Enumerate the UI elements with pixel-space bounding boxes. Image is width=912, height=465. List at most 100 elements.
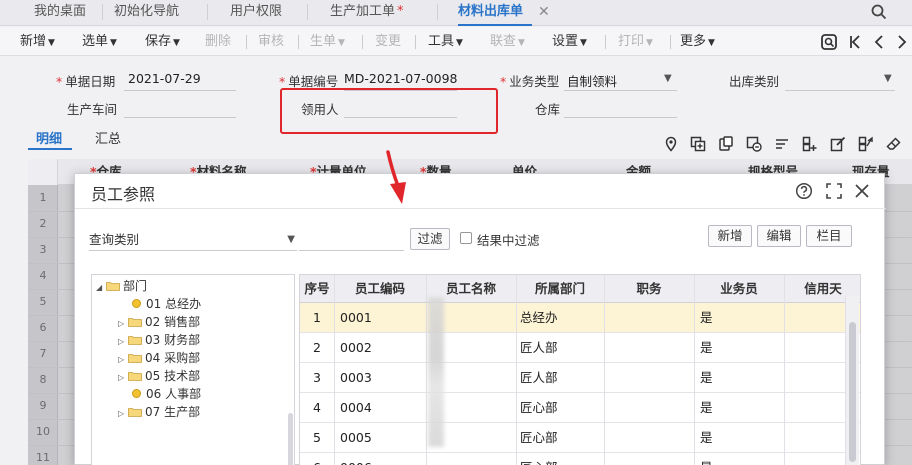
locate-icon[interactable] — [820, 33, 838, 51]
chevron-down-icon[interactable]: ▼ — [664, 73, 672, 84]
add-employee-button[interactable]: 新增 — [708, 225, 752, 247]
tab-my-desktop[interactable]: 我的桌面 — [34, 0, 86, 26]
folder-icon — [128, 354, 142, 363]
filter-button[interactable]: 过滤 — [410, 228, 450, 250]
tree-node-root[interactable]: ◢ 部门 — [96, 277, 147, 295]
tree-node[interactable]: 01 总经办 — [132, 295, 201, 313]
header-cell[interactable]: 职务 — [604, 275, 694, 303]
export-row-icon[interactable] — [858, 136, 874, 152]
tree-scrollbar[interactable] — [288, 413, 293, 465]
folder-icon — [128, 372, 142, 381]
tab-init-guide[interactable]: 初始化导航 — [114, 0, 179, 26]
copy-row-icon[interactable] — [718, 136, 734, 152]
insert-row-icon[interactable] — [802, 136, 818, 152]
settings-button[interactable]: 设置 ▼ — [552, 27, 587, 56]
table-row[interactable]: 6 0006 匠心部 是 — [300, 453, 860, 465]
delete-button[interactable]: 删除 — [205, 27, 231, 56]
folder-icon — [128, 318, 142, 327]
tree-node-label: 05 技术部 — [145, 369, 201, 383]
save-button[interactable]: 保存 ▼ — [145, 27, 180, 56]
tab-close-icon[interactable]: ✕ — [538, 0, 550, 26]
tree-node[interactable]: ▷ 07 生产部 — [118, 403, 200, 421]
tree-node[interactable]: ▷ 04 采购部 — [118, 349, 200, 367]
employee-reference-dialog: 员工参照 查询类别 ▼ 过滤 结果中过滤 新增 编辑 栏目 ◢ 部门 01 总经办 … — [74, 173, 886, 465]
query-input[interactable] — [299, 229, 404, 251]
first-record-icon[interactable] — [846, 33, 864, 51]
close-icon[interactable] — [853, 182, 871, 200]
table-line — [334, 275, 335, 465]
expand-arrow-icon[interactable]: ▷ — [118, 369, 128, 387]
toolbar-separator — [605, 35, 606, 49]
column-settings-button[interactable]: 栏目 — [806, 225, 852, 247]
toolbar-label: 选单 — [82, 34, 109, 49]
warehouse-field[interactable] — [564, 117, 677, 118]
more-button[interactable]: 更多 ▼ — [680, 27, 715, 56]
table-row[interactable]: 4 0004 匠心部 是 — [300, 393, 860, 423]
chevron-down-icon[interactable]: ▼ — [884, 73, 892, 84]
toolbar-separator — [670, 35, 671, 49]
code-field[interactable]: MD-2021-07-0098 — [344, 71, 457, 86]
highlight-box — [280, 88, 498, 134]
add-button[interactable]: 新增 ▼ — [20, 27, 55, 56]
expand-arrow-icon[interactable]: ▷ — [118, 405, 128, 423]
employee-table-scrollbar[interactable] — [845, 296, 859, 465]
biz-type-select[interactable]: 自制领料 — [567, 71, 617, 90]
chevron-down-icon: ▼ — [646, 38, 653, 48]
print-button[interactable]: 打印 ▼ — [618, 27, 653, 56]
add-row-icon[interactable] — [690, 136, 706, 152]
delete-row-icon[interactable] — [746, 136, 762, 152]
next-record-icon[interactable] — [893, 33, 911, 51]
workshop-field[interactable] — [124, 117, 236, 118]
scrollbar-thumb[interactable] — [849, 322, 856, 462]
table-row[interactable]: 3 0003 匠人部 是 — [300, 363, 860, 393]
table-row[interactable]: 5 0005 匠心部 是 — [300, 423, 860, 453]
header-cell[interactable]: 员工编码 — [334, 275, 426, 303]
tab-user-permission[interactable]: 用户权限 — [230, 0, 282, 26]
toolbar-separator — [362, 35, 363, 49]
chevron-down-icon: ▼ — [456, 38, 463, 48]
query-category-select[interactable]: 查询类别 ▼ — [89, 229, 297, 251]
help-icon[interactable] — [795, 182, 813, 200]
generate-order-button[interactable]: 生单 ▼ — [310, 27, 345, 56]
date-field[interactable]: 2021-07-29 — [128, 71, 201, 86]
tree-node[interactable]: ▷ 02 销售部 — [118, 313, 200, 331]
select-order-button[interactable]: 选单 ▼ — [82, 27, 117, 56]
filter-in-result-checkbox[interactable] — [460, 232, 472, 244]
eraser-icon[interactable] — [886, 136, 902, 152]
edit-employee-button[interactable]: 编辑 — [757, 225, 801, 247]
employee-code: 0004 — [340, 400, 372, 415]
previous-record-icon[interactable] — [870, 33, 888, 51]
tools-button[interactable]: 工具 ▼ — [428, 27, 463, 56]
row-index: 2 — [313, 340, 321, 355]
header-cell[interactable]: 业务员 — [694, 275, 784, 303]
tree-node[interactable]: ▷ 03 财务部 — [118, 331, 200, 349]
header-cell[interactable]: 所属部门 — [516, 275, 604, 303]
chevron-down-icon: ▼ — [518, 38, 525, 48]
employee-code: 0006 — [340, 453, 372, 465]
maximize-icon[interactable] — [825, 182, 843, 200]
leaf-dot-icon — [132, 389, 141, 398]
sort-icon[interactable] — [774, 136, 790, 152]
edit-cell-icon[interactable] — [830, 136, 846, 152]
change-button[interactable]: 变更 — [375, 27, 401, 56]
employee-code: 0001 — [340, 310, 372, 325]
subtab-summary[interactable]: 汇总 — [95, 128, 121, 147]
tree-node[interactable]: ▷ 05 技术部 — [118, 367, 200, 385]
annotation-arrow — [386, 150, 406, 204]
dialog-title: 员工参照 — [91, 185, 156, 204]
expand-arrow-icon[interactable]: ◢ — [96, 279, 106, 297]
subtab-detail[interactable]: 明细 — [36, 128, 62, 147]
tree-node[interactable]: 06 人事部 — [132, 385, 201, 403]
chevron-down-icon: ▼ — [708, 38, 715, 48]
table-row[interactable]: 1 0001 总经办 是 — [300, 303, 860, 333]
tab-production-order[interactable]: 生产加工单 * — [330, 0, 404, 26]
tab-label: 生产加工单 — [330, 4, 396, 19]
employee-sales: 是 — [700, 310, 713, 325]
location-pin-icon[interactable] — [663, 136, 679, 152]
tab-material-outbound[interactable]: 材料出库单 — [458, 0, 532, 26]
audit-button[interactable]: 审核 — [258, 27, 284, 56]
employee-code: 0002 — [340, 340, 372, 355]
query-link-button[interactable]: 联查 ▼ — [490, 27, 525, 56]
search-icon[interactable] — [870, 3, 888, 21]
table-row[interactable]: 2 0002 匠人部 是 — [300, 333, 860, 363]
